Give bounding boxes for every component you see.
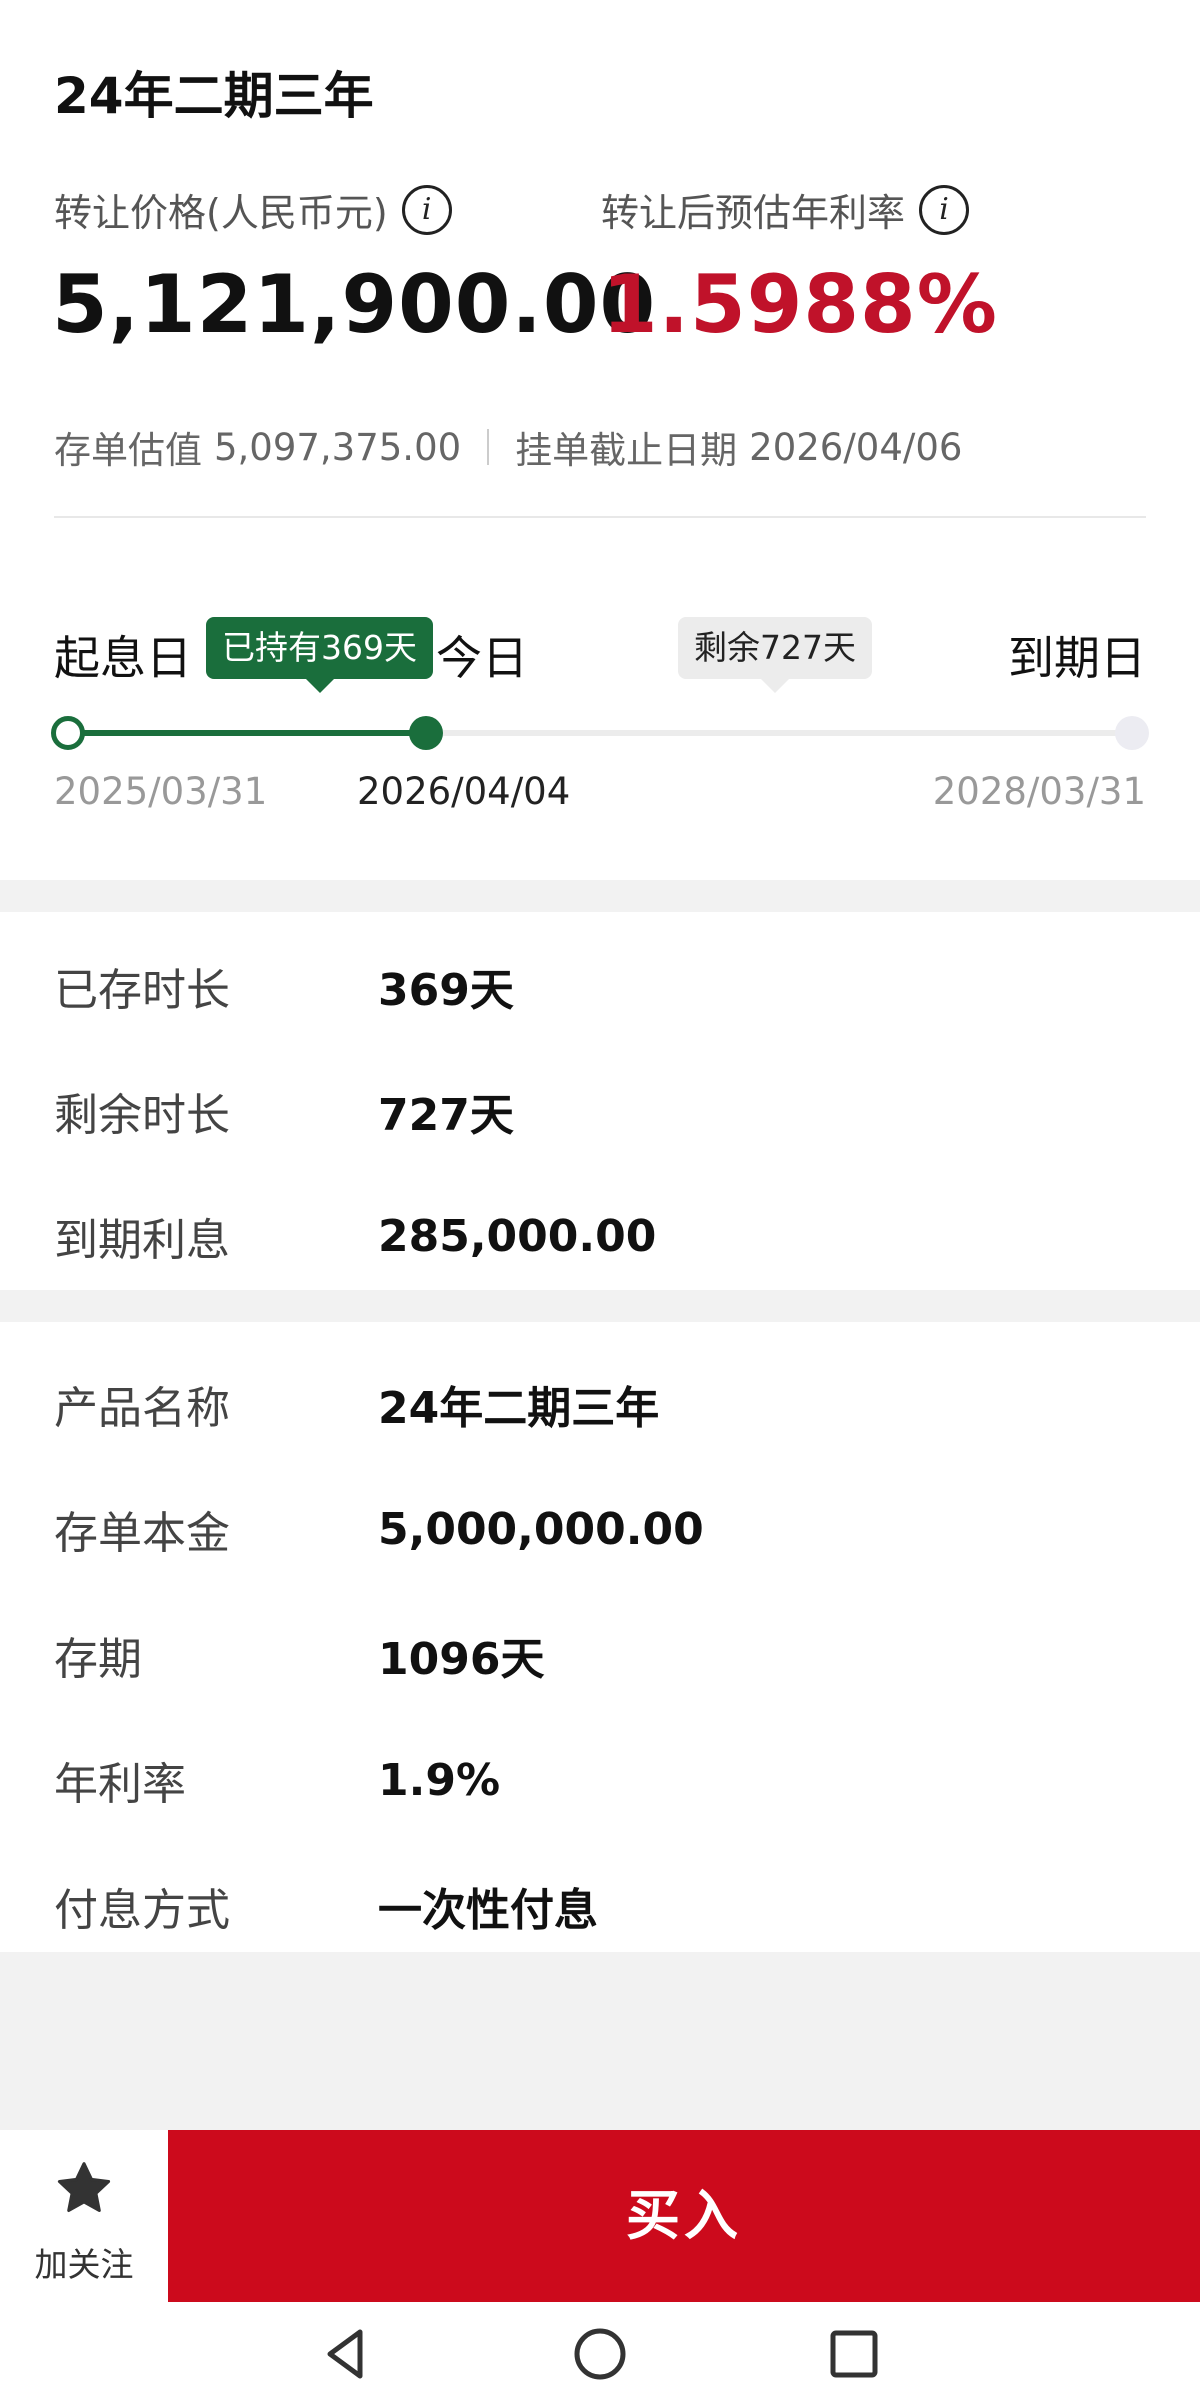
back-icon[interactable] bbox=[316, 2324, 376, 2384]
product-title: 24年二期三年 bbox=[54, 67, 374, 125]
timeline-progress bbox=[68, 730, 427, 736]
deposit-transfer-detail-page: 24年二期三年 转让价格(人民币元) i 转让后预估年利率 i 5,121,90… bbox=[0, 0, 1200, 2391]
transfer-price-label-group: 转让价格(人民币元) i bbox=[54, 182, 452, 237]
transfer-price-value: 5,121,900.00 bbox=[52, 258, 657, 351]
timeline-today-node bbox=[409, 716, 444, 750]
row-label: 已存时长 bbox=[54, 965, 230, 1016]
list-item: 存期 1096天 bbox=[0, 1615, 1200, 1695]
home-icon[interactable] bbox=[570, 2324, 630, 2384]
row-value: 285,000.00 bbox=[378, 1210, 657, 1262]
timeline-today-label: 今日 bbox=[436, 631, 528, 685]
row-label: 付息方式 bbox=[54, 1885, 230, 1936]
timeline-start-node bbox=[51, 716, 85, 750]
row-value: 369天 bbox=[378, 965, 514, 1016]
list-item: 剩余时长 727天 bbox=[0, 1071, 1200, 1151]
row-value: 727天 bbox=[378, 1090, 514, 1141]
timeline-track bbox=[68, 730, 1132, 736]
row-label: 剩余时长 bbox=[54, 1090, 230, 1141]
timeline-start-label: 起息日 bbox=[54, 631, 192, 685]
follow-label: 加关注 bbox=[34, 2245, 134, 2284]
row-value: 1.9% bbox=[378, 1754, 501, 1806]
deadline-value: 2026/04/06 bbox=[749, 425, 963, 469]
timeline-start-date: 2025/03/31 bbox=[54, 770, 268, 813]
timeline-today-date: 2026/04/04 bbox=[357, 770, 571, 813]
row-value: 24年二期三年 bbox=[378, 1383, 660, 1434]
list-item: 产品名称 24年二期三年 bbox=[0, 1364, 1200, 1444]
list-item: 已存时长 369天 bbox=[0, 946, 1200, 1026]
meta-row: 存单估值 5,097,375.00 挂单截止日期 2026/04/06 bbox=[54, 420, 962, 474]
row-label: 到期利息 bbox=[54, 1215, 230, 1266]
holding-section: 已存时长 369天 剩余时长 727天 到期利息 285,000.00 bbox=[0, 912, 1200, 1290]
estimated-rate-label-group: 转让后预估年利率 i bbox=[601, 182, 970, 237]
remaining-days-badge: 剩余727天 bbox=[678, 617, 872, 693]
timeline-end-label: 到期日 bbox=[1008, 631, 1146, 685]
list-item: 年利率 1.9% bbox=[0, 1740, 1200, 1820]
estimated-rate-label: 转让后预估年利率 bbox=[601, 191, 906, 235]
bottom-action-bar: 加关注 买入 bbox=[0, 2130, 1200, 2302]
transfer-price-info-icon[interactable]: i bbox=[401, 184, 452, 235]
transfer-price-label: 转让价格(人民币元) bbox=[54, 191, 388, 235]
buy-button[interactable]: 买入 bbox=[168, 2130, 1200, 2302]
row-value: 一次性付息 bbox=[378, 1885, 598, 1936]
summary-card: 24年二期三年 转让价格(人民币元) i 转让后预估年利率 i 5,121,90… bbox=[0, 0, 1200, 880]
deadline-label: 挂单截止日期 bbox=[515, 429, 738, 472]
star-icon bbox=[57, 2162, 111, 2212]
estimated-rate-info-icon[interactable]: i bbox=[919, 184, 970, 235]
system-navigation-bar bbox=[0, 2302, 1200, 2391]
row-value: 5,000,000.00 bbox=[378, 1503, 704, 1555]
estimated-rate-value: 1.5988% bbox=[602, 258, 998, 351]
divider bbox=[54, 516, 1146, 518]
timeline-end-node bbox=[1115, 716, 1149, 750]
held-days-badge: 已持有369天 bbox=[206, 617, 433, 693]
recents-icon[interactable] bbox=[824, 2324, 884, 2384]
list-item: 到期利息 285,000.00 bbox=[0, 1196, 1200, 1276]
valuation-value: 5,097,375.00 bbox=[214, 425, 462, 469]
valuation-label: 存单估值 bbox=[54, 429, 202, 472]
row-label: 年利率 bbox=[54, 1759, 186, 1810]
follow-button[interactable]: 加关注 bbox=[0, 2130, 168, 2302]
row-label: 产品名称 bbox=[54, 1383, 230, 1434]
product-detail-section: 产品名称 24年二期三年 存单本金 5,000,000.00 存期 1096天 … bbox=[0, 1322, 1200, 1952]
list-item: 付息方式 一次性付息 bbox=[0, 1866, 1200, 1946]
row-value: 1096天 bbox=[378, 1634, 545, 1685]
row-label: 存单本金 bbox=[54, 1508, 230, 1559]
list-item: 存单本金 5,000,000.00 bbox=[0, 1489, 1200, 1569]
timeline-end-date: 2028/03/31 bbox=[932, 770, 1146, 813]
meta-separator bbox=[487, 429, 490, 465]
row-label: 存期 bbox=[54, 1634, 142, 1685]
